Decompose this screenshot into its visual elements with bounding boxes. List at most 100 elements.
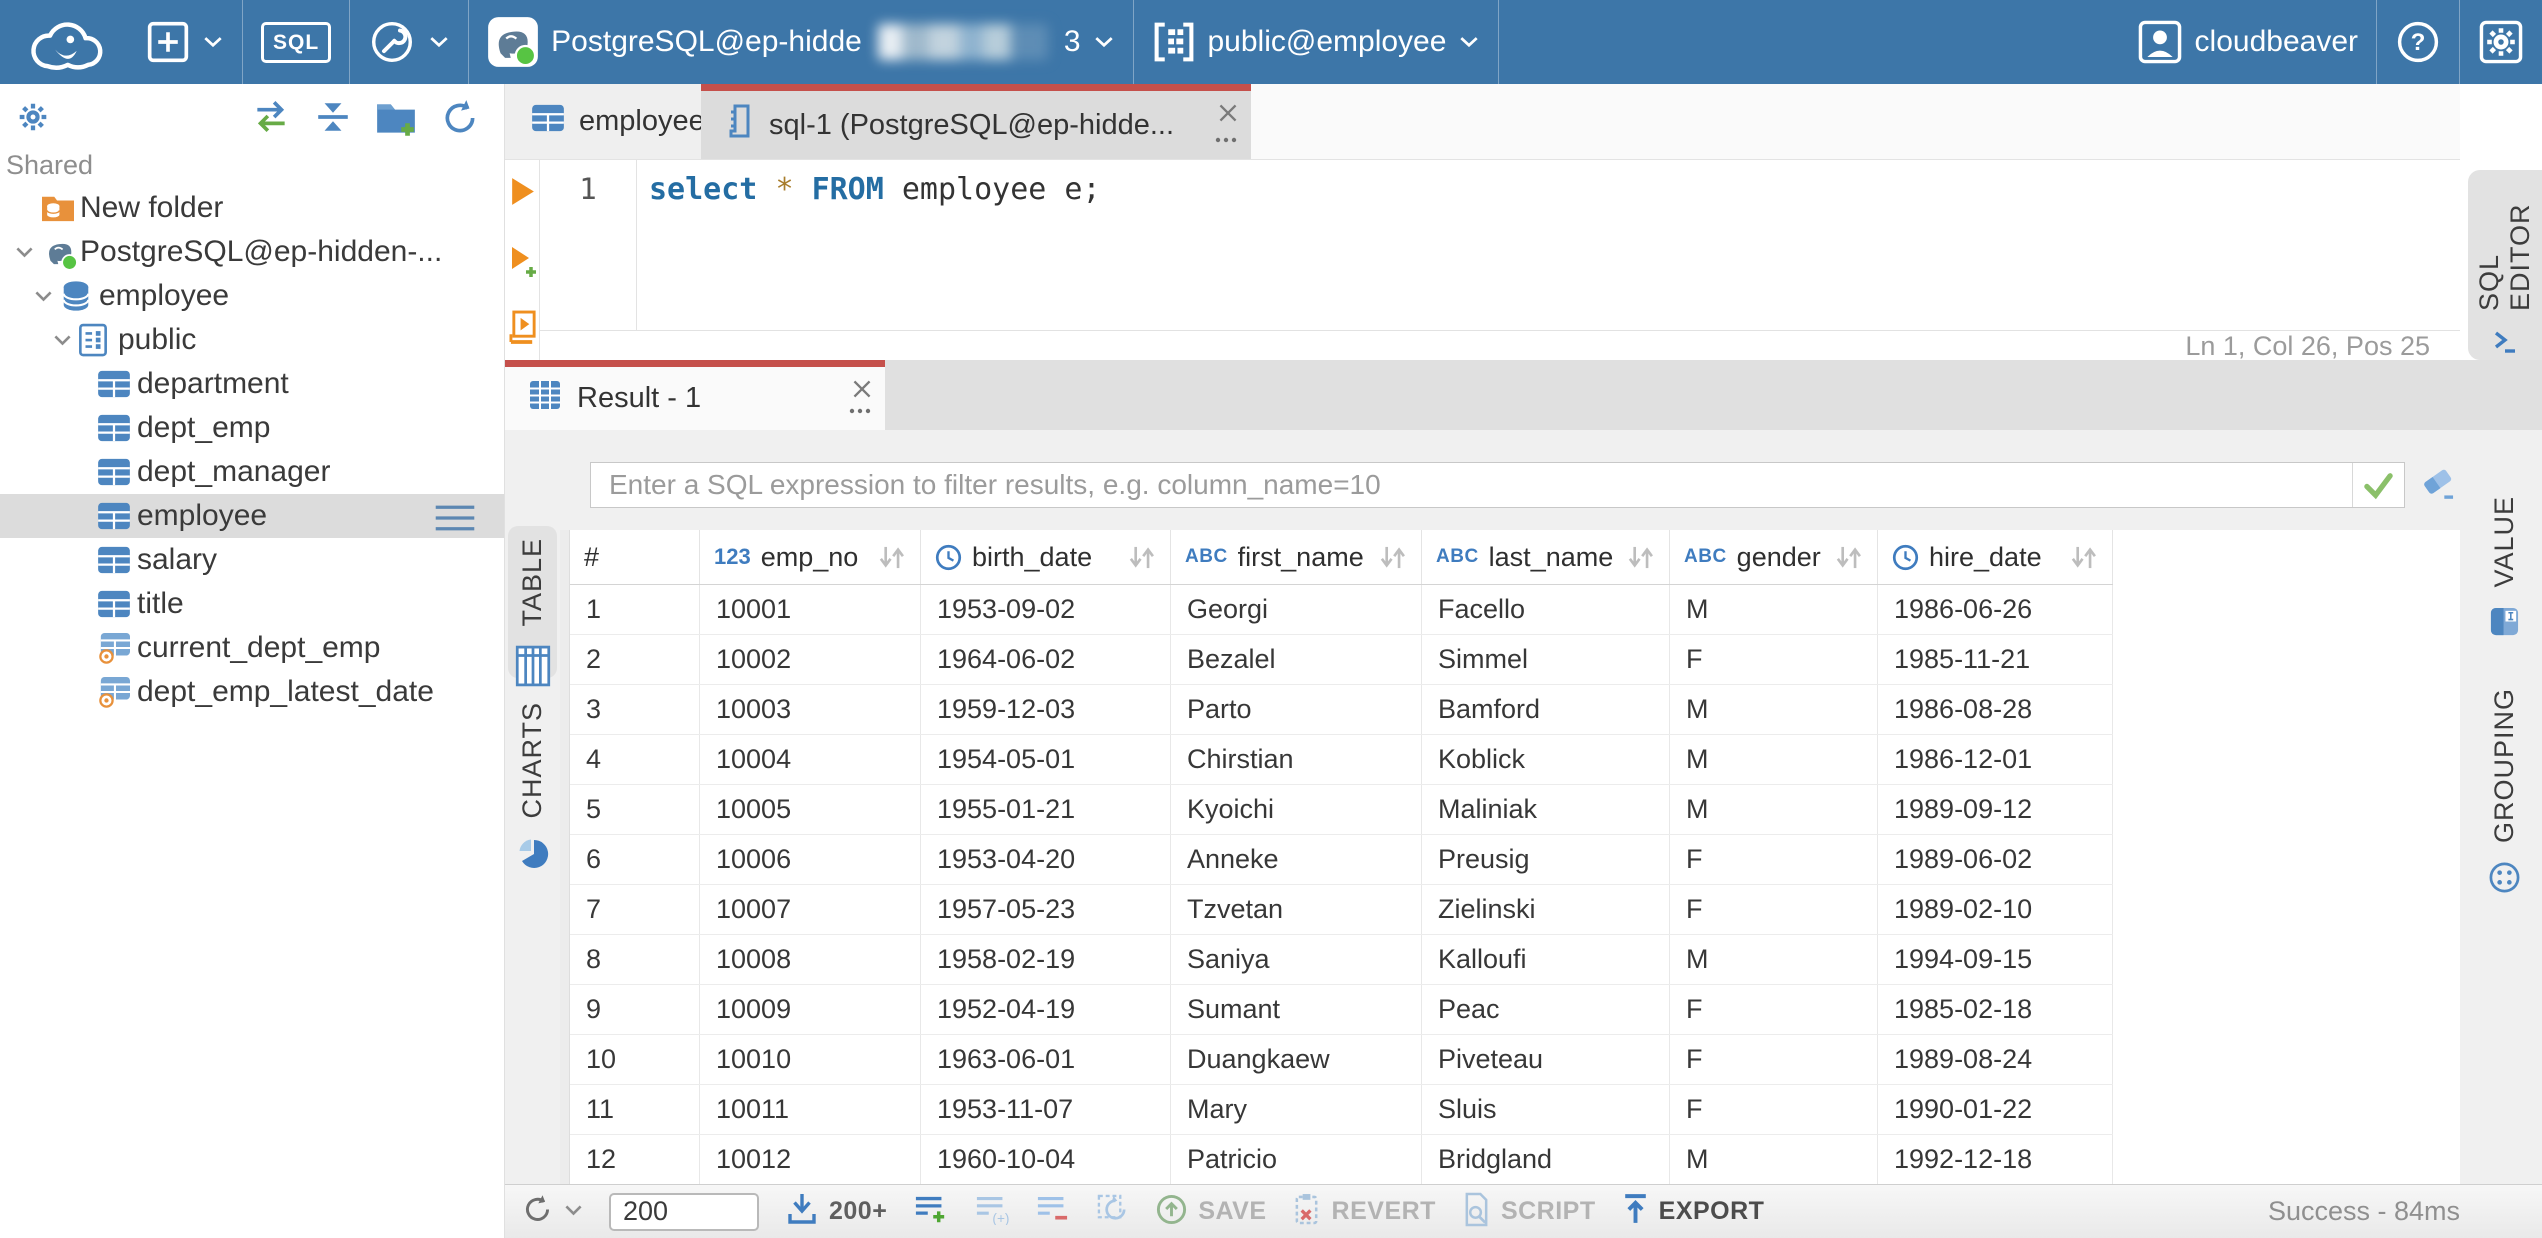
grid-cell[interactable]: 10005 xyxy=(700,785,921,834)
grid-cell[interactable]: 1986-12-01 xyxy=(1878,735,2113,784)
column-header-emp_no[interactable]: 123 emp_no xyxy=(700,530,921,584)
column-header-last_name[interactable]: ABC last_name xyxy=(1422,530,1670,584)
grid-cell[interactable]: Preusig xyxy=(1422,835,1670,884)
chevron-down-icon[interactable] xyxy=(8,246,40,258)
grid-cell[interactable]: Saniya xyxy=(1171,935,1422,984)
grid-cell[interactable]: 10003 xyxy=(700,685,921,734)
cloudbeaver-logo[interactable] xyxy=(0,0,128,84)
grid-cell[interactable]: Parto xyxy=(1171,685,1422,734)
fetch-size-input[interactable] xyxy=(609,1192,759,1231)
grid-cell[interactable]: 1989-02-10 xyxy=(1878,885,2113,934)
revert-button[interactable]: REVERT xyxy=(1293,1192,1436,1232)
grid-cell[interactable]: Bamford xyxy=(1422,685,1670,734)
schema-selector[interactable]: public@employee xyxy=(1134,0,1499,84)
grid-cell[interactable]: F xyxy=(1670,835,1878,884)
grid-cell[interactable]: 1964-06-02 xyxy=(921,635,1171,684)
grid-cell[interactable]: 1953-09-02 xyxy=(921,585,1171,634)
tree-item-employee[interactable]: employee xyxy=(0,494,504,538)
sort-icon[interactable] xyxy=(1625,544,1655,571)
sort-icon[interactable] xyxy=(876,544,906,571)
tab-table-view[interactable]: TABLE xyxy=(508,526,557,686)
add-row-button[interactable] xyxy=(913,1194,948,1230)
driver-tools-button[interactable] xyxy=(350,0,468,84)
grid-cell[interactable]: 1989-09-12 xyxy=(1878,785,2113,834)
grid-cell[interactable]: Mary xyxy=(1171,1085,1422,1134)
tab-menu-icon[interactable] xyxy=(849,389,871,422)
tree-item-salary[interactable]: salary xyxy=(0,538,504,582)
grid-cell[interactable]: Kalloufi xyxy=(1422,935,1670,984)
tree-item-title[interactable]: title xyxy=(0,582,504,626)
sort-icon[interactable] xyxy=(1126,544,1156,571)
collapse-all-icon[interactable] xyxy=(314,98,352,143)
grid-cell[interactable]: F xyxy=(1670,885,1878,934)
grid-cell[interactable]: Peac xyxy=(1422,985,1670,1034)
tree-item-public[interactable]: public xyxy=(0,318,504,362)
grid-cell[interactable]: Sumant xyxy=(1171,985,1422,1034)
grid-cell[interactable]: 1957-05-23 xyxy=(921,885,1171,934)
grid-cell[interactable]: M xyxy=(1670,1135,1878,1184)
execute-new-tab-icon[interactable] xyxy=(509,246,539,283)
grid-cell[interactable]: Piveteau xyxy=(1422,1035,1670,1084)
grid-cell[interactable]: Georgi xyxy=(1171,585,1422,634)
grid-cell[interactable]: Koblick xyxy=(1422,735,1670,784)
grid-cell[interactable]: F xyxy=(1670,985,1878,1034)
sort-icon[interactable] xyxy=(1377,544,1407,571)
grid-cell[interactable]: Simmel xyxy=(1422,635,1670,684)
grid-cell[interactable]: 10004 xyxy=(700,735,921,784)
duplicate-row-button[interactable]: (+) xyxy=(974,1194,1010,1230)
tab-menu-icon[interactable] xyxy=(1215,118,1237,151)
grid-cell[interactable]: Bridgland xyxy=(1422,1135,1670,1184)
tree-item-New folder[interactable]: New folder xyxy=(0,186,504,230)
user-menu[interactable]: cloudbeaver xyxy=(2119,0,2376,84)
connection-selector[interactable]: PostgreSQL@ep-hidde 3 xyxy=(469,0,1132,84)
grid-cell[interactable]: 1989-08-24 xyxy=(1878,1035,2113,1084)
grid-cell[interactable]: 10007 xyxy=(700,885,921,934)
tab-employee[interactable]: employee xyxy=(505,84,705,159)
grid-cell[interactable]: 10009 xyxy=(700,985,921,1034)
navigator-settings-icon[interactable] xyxy=(14,98,52,141)
grid-cell[interactable]: Chirstian xyxy=(1171,735,1422,784)
execute-script-icon[interactable] xyxy=(509,310,538,350)
column-header-gender[interactable]: ABC gender xyxy=(1670,530,1878,584)
grid-cell[interactable]: 10011 xyxy=(700,1085,921,1134)
grid-cell[interactable]: 10008 xyxy=(700,935,921,984)
grid-cell[interactable]: 1959-12-03 xyxy=(921,685,1171,734)
grid-cell[interactable]: M xyxy=(1670,585,1878,634)
grid-cell[interactable]: Kyoichi xyxy=(1171,785,1422,834)
sort-icon[interactable] xyxy=(1833,544,1863,571)
save-button[interactable]: SAVE xyxy=(1155,1193,1266,1231)
grid-cell[interactable]: 1992-12-18 xyxy=(1878,1135,2113,1184)
grid-cell[interactable]: 1986-06-26 xyxy=(1878,585,2113,634)
grid-cell[interactable]: 1994-09-15 xyxy=(1878,935,2113,984)
grid-cell[interactable]: F xyxy=(1670,1085,1878,1134)
settings-button[interactable] xyxy=(2460,0,2542,84)
grid-cell[interactable]: Duangkaew xyxy=(1171,1035,1422,1084)
tab-charts-view[interactable]: CHARTS xyxy=(508,692,557,872)
tree-item-department[interactable]: department xyxy=(0,362,504,406)
help-button[interactable]: ? xyxy=(2377,0,2459,84)
column-header-birth_date[interactable]: birth_date xyxy=(921,530,1171,584)
grid-cell[interactable]: 10006 xyxy=(700,835,921,884)
grid-cell[interactable]: 1960-10-04 xyxy=(921,1135,1171,1184)
grid-cell[interactable]: 10010 xyxy=(700,1035,921,1084)
grid-cell[interactable]: 1986-08-28 xyxy=(1878,685,2113,734)
grid-cell[interactable]: 1952-04-19 xyxy=(921,985,1171,1034)
grid-cell[interactable]: Facello xyxy=(1422,585,1670,634)
tree-item-PostgreSQL@ep-hidden-...[interactable]: PostgreSQL@ep-hidden-... xyxy=(0,230,504,274)
grid-cell[interactable]: 1953-04-20 xyxy=(921,835,1171,884)
item-menu-icon[interactable] xyxy=(432,503,478,541)
chevron-down-icon[interactable] xyxy=(46,334,78,346)
grid-cell[interactable]: M xyxy=(1670,785,1878,834)
grid-cell[interactable]: Anneke xyxy=(1171,835,1422,884)
grid-cell[interactable]: 1958-02-19 xyxy=(921,935,1171,984)
column-header-hire_date[interactable]: hire_date xyxy=(1878,530,2113,584)
tab-result-1[interactable]: Result - 1 xyxy=(505,360,885,430)
grid-cell[interactable]: Tzvetan xyxy=(1171,885,1422,934)
grid-cell[interactable]: Maliniak xyxy=(1422,785,1670,834)
grid-cell[interactable]: F xyxy=(1670,635,1878,684)
tab-value-panel[interactable]: VALUE xyxy=(2480,496,2529,678)
chevron-down-icon[interactable] xyxy=(27,290,59,302)
tree-item-current_dept_emp[interactable]: current_dept_emp xyxy=(0,626,504,670)
open-sql-editor-button[interactable]: SQL xyxy=(243,0,349,84)
tree-item-dept_manager[interactable]: dept_manager xyxy=(0,450,504,494)
